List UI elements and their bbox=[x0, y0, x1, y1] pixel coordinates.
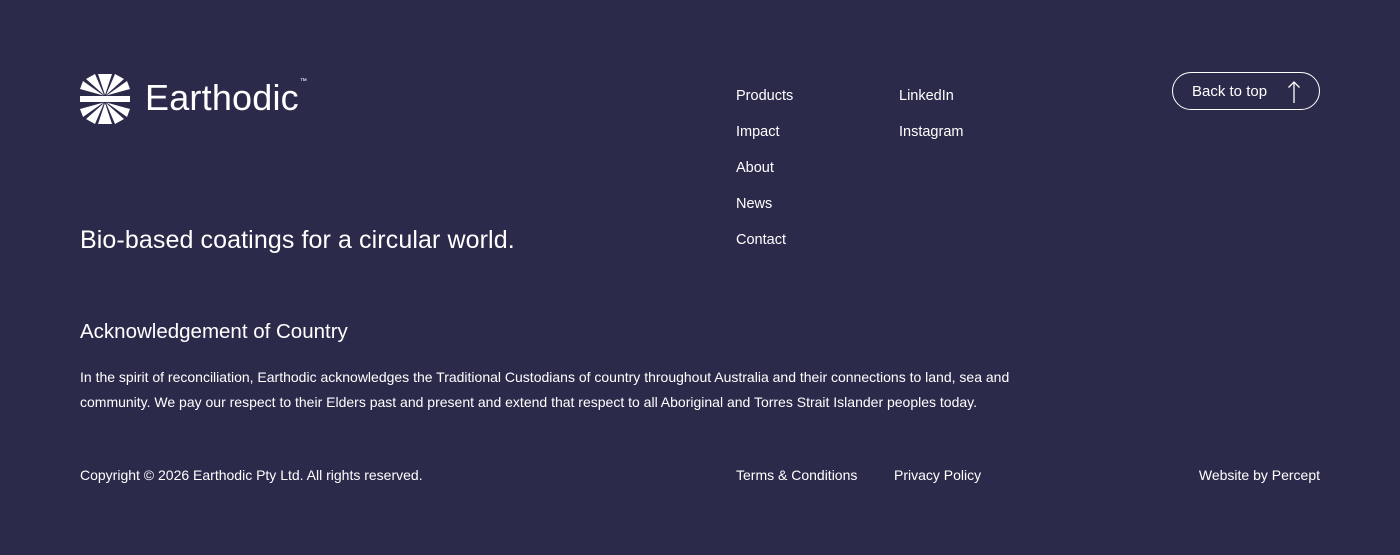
terms-link[interactable]: Terms & Conditions bbox=[736, 465, 857, 485]
nav-link-products[interactable]: Products bbox=[736, 88, 793, 104]
nav-link-news[interactable]: News bbox=[736, 196, 772, 212]
acknowledgement-text: In the spirit of reconciliation, Earthod… bbox=[80, 369, 1010, 410]
nav-item: Contact bbox=[736, 230, 793, 266]
nav-item: Products bbox=[736, 86, 793, 122]
social-link-instagram[interactable]: Instagram bbox=[899, 124, 963, 140]
privacy-link[interactable]: Privacy Policy bbox=[894, 465, 981, 485]
acknowledgement-title: Acknowledgement of Country bbox=[80, 320, 348, 343]
social-link-linkedin[interactable]: LinkedIn bbox=[899, 88, 954, 104]
back-to-top-label: Back to top bbox=[1192, 82, 1268, 100]
footer-nav-primary: Products Impact About News Contact bbox=[736, 86, 793, 266]
tagline: Bio-based coatings for a circular world. bbox=[80, 226, 515, 254]
nav-item: LinkedIn bbox=[899, 86, 963, 122]
brand-name: Earthodic™ bbox=[145, 77, 308, 118]
sunburst-logo-icon bbox=[80, 74, 130, 124]
copyright-text: Copyright © 2026 Earthodic Pty Ltd. All … bbox=[80, 467, 423, 483]
back-to-top-button[interactable]: Back to top bbox=[1172, 72, 1320, 110]
brand-logo[interactable]: Earthodic™ bbox=[80, 72, 307, 126]
nav-item: News bbox=[736, 194, 793, 230]
nav-link-impact[interactable]: Impact bbox=[736, 124, 780, 140]
nav-item: Impact bbox=[736, 122, 793, 158]
website-credit-link[interactable]: Website by Percept bbox=[1199, 465, 1320, 485]
footer-nav-social: LinkedIn Instagram bbox=[899, 86, 963, 158]
nav-link-about[interactable]: About bbox=[736, 160, 774, 176]
arrow-up-icon bbox=[1288, 81, 1300, 103]
nav-item: Instagram bbox=[899, 122, 963, 158]
trademark-symbol: ™ bbox=[299, 78, 308, 85]
nav-item: About bbox=[736, 158, 793, 194]
nav-link-contact[interactable]: Contact bbox=[736, 232, 786, 248]
